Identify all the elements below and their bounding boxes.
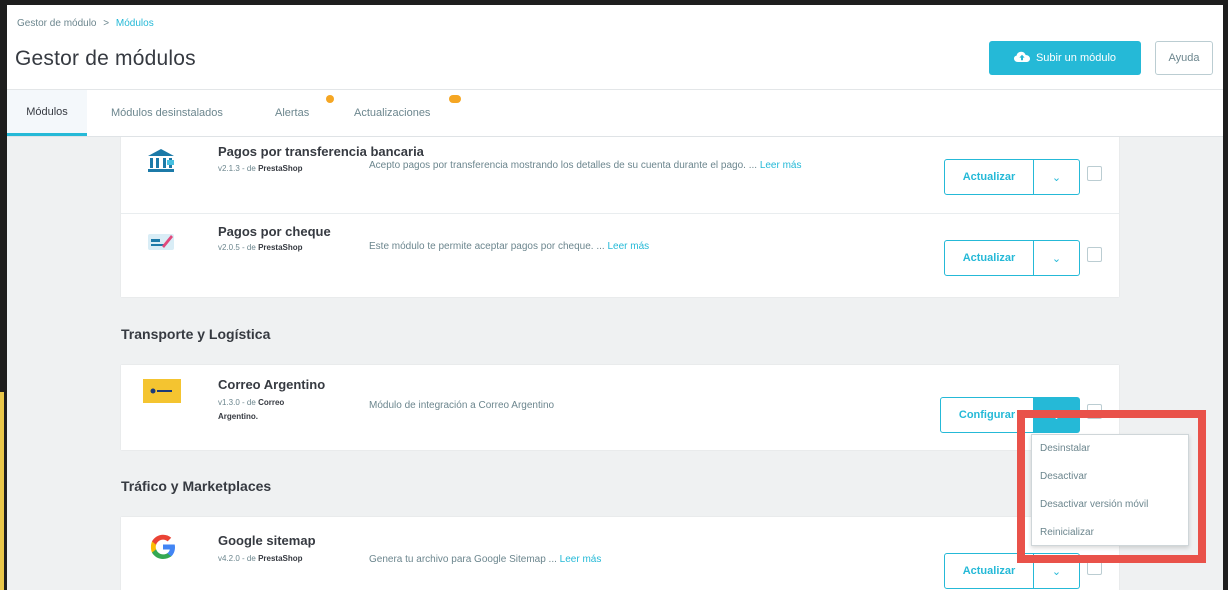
module-description: Módulo de integración a Correo Argentino	[369, 400, 555, 411]
page-title: Gestor de módulos	[15, 47, 196, 70]
updates-badge	[449, 95, 461, 103]
read-more-link[interactable]: Leer más	[607, 241, 649, 252]
module-description: Genera tu archivo para Google Sitemap ..…	[369, 551, 839, 568]
module-version: v1.3.0	[218, 398, 240, 407]
breadcrumb: Gestor de módulo > Módulos	[17, 18, 154, 29]
module-version: v2.0.5	[218, 243, 240, 252]
read-more-link[interactable]: Leer más	[760, 160, 802, 171]
bank-icon	[143, 143, 179, 179]
cheque-icon	[143, 224, 179, 260]
frame-left-accent	[0, 392, 4, 590]
module-row-bank-transfer: Pagos por transferencia bancaria v2.1.3 …	[121, 137, 1119, 213]
traffic-card: Google sitemap v4.2.0 - de PrestaShop Ge…	[121, 517, 1119, 590]
update-button[interactable]: Actualizar	[944, 159, 1034, 195]
select-checkbox[interactable]	[1087, 166, 1102, 181]
tab-label: Módulos	[26, 105, 68, 118]
tab-alerts[interactable]: Alertas	[275, 90, 334, 136]
tab-label: Alertas	[275, 107, 310, 119]
read-more-link[interactable]: Leer más	[560, 554, 602, 565]
module-meta: v4.2.0 - de PrestaShop	[218, 552, 303, 566]
module-description-text: Genera tu archivo para Google Sitemap ..…	[369, 554, 557, 565]
module-description: Acepto pagos por transferencia mostrando…	[369, 157, 839, 174]
shipping-card: Correo Argentino v1.3.0 - de Correo Arge…	[121, 365, 1119, 450]
module-description: Este módulo te permite aceptar pagos por…	[369, 238, 839, 255]
select-checkbox[interactable]	[1087, 247, 1102, 262]
upload-module-label: Subir un módulo	[1035, 52, 1117, 64]
payments-card: Pagos por transferencia bancaria v2.1.3 …	[121, 137, 1119, 297]
action-dropdown-toggle[interactable]: ⌄	[1034, 240, 1080, 276]
tab-label: Actualizaciones	[354, 107, 431, 119]
module-author: PrestaShop	[258, 554, 303, 563]
highlight-box	[1017, 410, 1206, 563]
tab-modules[interactable]: Módulos	[7, 90, 87, 136]
module-description-text: Este módulo te permite aceptar pagos por…	[369, 241, 605, 252]
module-by: - de	[242, 164, 256, 173]
page-header: Gestor de módulo > Módulos Gestor de mód…	[7, 5, 1223, 90]
module-meta: v2.1.3 - de PrestaShop	[218, 162, 303, 176]
cloud-upload-icon	[1013, 51, 1030, 66]
tab-bar: Módulos Módulos desinstalados Alertas Ac…	[7, 90, 1223, 137]
module-row-cheque: Pagos por cheque v2.0.5 - de PrestaShop …	[121, 214, 1119, 297]
module-version: v2.1.3	[218, 164, 240, 173]
google-icon	[145, 529, 181, 565]
chevron-down-icon: ⌄	[1051, 252, 1062, 265]
section-title-traffic: Tráfico y Marketplaces	[121, 478, 272, 494]
module-name: Pagos por cheque	[218, 224, 331, 239]
module-name: Google sitemap	[218, 533, 316, 548]
update-button[interactable]: Actualizar	[944, 240, 1034, 276]
help-button[interactable]: Ayuda	[1155, 41, 1213, 75]
module-by: - de	[242, 243, 256, 252]
action-dropdown-toggle[interactable]: ⌄	[1034, 159, 1080, 195]
frame-right	[1223, 0, 1228, 590]
breadcrumb-separator: >	[103, 18, 110, 29]
module-by: - de	[242, 554, 256, 563]
module-meta: v2.0.5 - de PrestaShop	[218, 241, 303, 255]
breadcrumb-current[interactable]: Módulos	[116, 18, 154, 29]
module-meta: v1.3.0 - de Correo Argentino.	[218, 396, 308, 424]
module-by: - de	[242, 398, 256, 407]
module-author: PrestaShop	[258, 164, 303, 173]
upload-module-button[interactable]: Subir un módulo	[989, 41, 1141, 75]
correo-argentino-logo	[143, 379, 181, 403]
tab-updates[interactable]: Actualizaciones	[354, 90, 461, 136]
chevron-down-icon: ⌄	[1051, 171, 1062, 184]
breadcrumb-parent[interactable]: Gestor de módulo	[17, 18, 97, 29]
module-author: PrestaShop	[258, 243, 303, 252]
tab-uninstalled-modules[interactable]: Módulos desinstalados	[111, 90, 223, 136]
section-title-shipping: Transporte y Logística	[121, 326, 271, 342]
tab-label: Módulos desinstalados	[111, 107, 223, 119]
chevron-down-icon: ⌄	[1051, 565, 1062, 578]
module-version: v4.2.0	[218, 554, 240, 563]
module-description-text: Acepto pagos por transferencia mostrando…	[369, 160, 758, 171]
module-name: Correo Argentino	[218, 377, 326, 392]
alerts-badge	[326, 95, 334, 103]
